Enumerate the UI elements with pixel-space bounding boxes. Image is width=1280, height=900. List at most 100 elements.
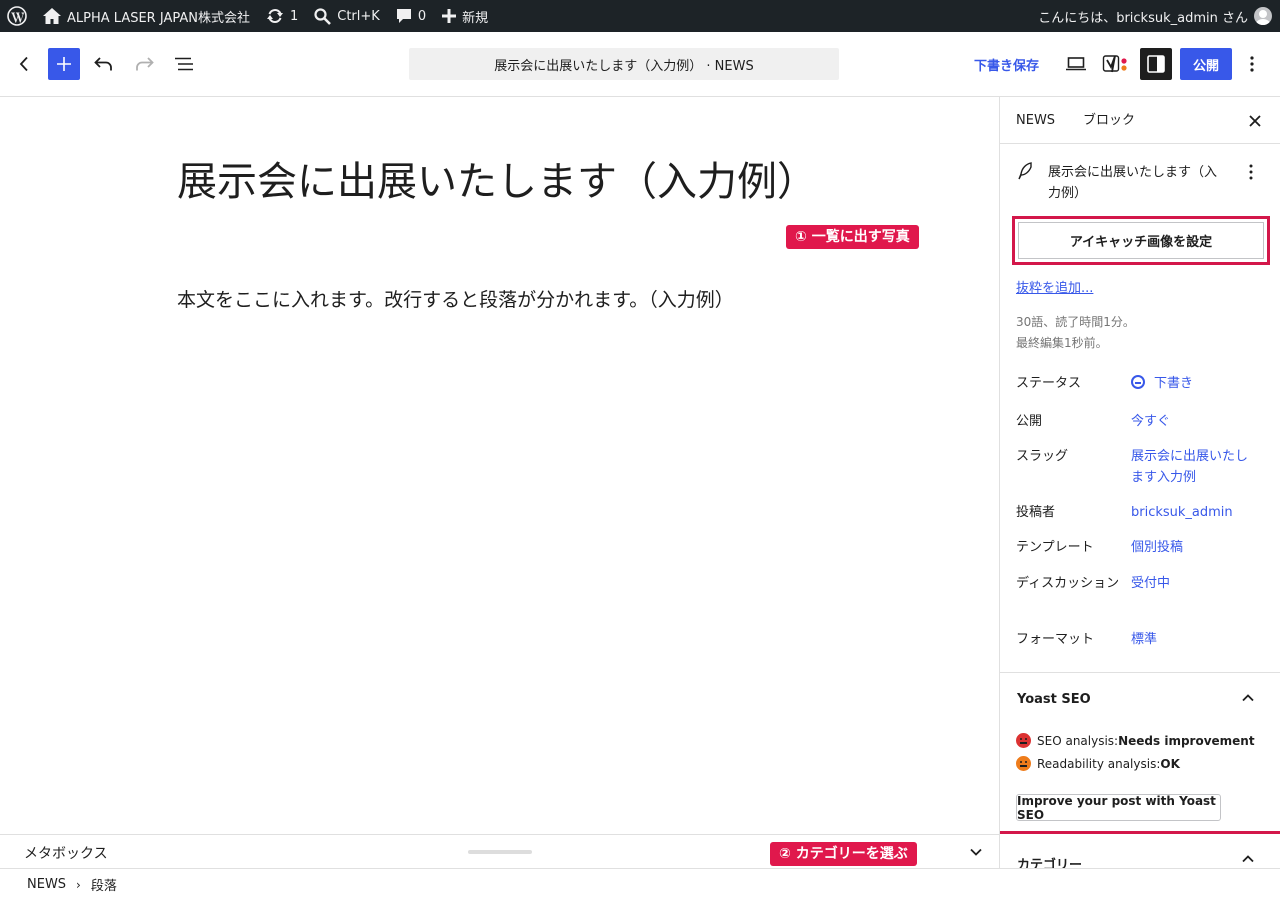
seo-analysis-value: Needs improvement (1118, 733, 1255, 748)
metabox-bar[interactable]: メタボックス ② カテゴリーを選ぶ (0, 834, 999, 868)
site-name-link[interactable]: ALPHA LASER JAPAN株式会社 (35, 0, 258, 32)
post-feather-icon (1018, 162, 1034, 184)
comment-icon (396, 9, 411, 23)
tab-block[interactable]: ブロック (1083, 97, 1135, 144)
post-title-input[interactable]: 展示会に出展いたします（入力例） (177, 159, 817, 205)
word-count: 30語、読了時間1分。 (1016, 315, 1135, 329)
chevron-left-icon (19, 56, 28, 72)
document-title-bar[interactable]: 展示会に出展いたします（入力例） · NEWS (409, 48, 839, 80)
author-value[interactable]: bricksuk_admin (1131, 502, 1256, 523)
neutral-face-icon (1016, 756, 1031, 771)
editor-canvas: 展示会に出展いたします（入力例） ① 一覧に出す写真 本文をここに入れます。改行… (0, 97, 999, 834)
my-account[interactable]: こんにちは、bricksuk_admin さん (1038, 7, 1280, 26)
metabox-resize-handle[interactable] (468, 850, 532, 854)
new-content-label: 新規 (462, 10, 489, 26)
options-button[interactable] (1242, 48, 1262, 80)
search-icon (314, 7, 332, 25)
save-draft-label: 下書き保存 (974, 58, 1040, 74)
status-label: ステータス (1016, 376, 1082, 391)
metabox-toggle-button[interactable] (966, 844, 986, 860)
tab-post[interactable]: NEWS (1016, 97, 1055, 144)
publish-date-label: 公開 (1016, 414, 1043, 429)
readability-value: OK (1160, 756, 1180, 771)
post-stats: 30語、読了時間1分。 最終編集1秒前。 (1016, 312, 1135, 354)
chevron-right-icon: › (76, 877, 81, 892)
seo-analysis-label: SEO analysis: (1037, 733, 1119, 748)
plus-icon (57, 57, 71, 71)
more-vertical-icon (1249, 164, 1253, 180)
undo-icon (94, 57, 112, 71)
seo-analysis-line: SEO analysis: Needs improvement (1016, 733, 1255, 748)
last-edited: 最終編集1秒前。 (1016, 336, 1108, 350)
comments-count: 0 (417, 8, 427, 24)
draft-status-icon (1131, 375, 1145, 389)
improve-post-button[interactable]: Improve your post with Yoast SEO (1016, 794, 1221, 822)
undo-button[interactable] (90, 48, 118, 80)
wordpress-icon (7, 6, 27, 26)
yoast-panel-title[interactable]: Yoast SEO (1017, 692, 1091, 707)
settings-toggle-button[interactable] (1140, 48, 1172, 80)
metabox-label: メタボックス (24, 846, 108, 862)
redo-icon (136, 57, 154, 71)
new-content-link[interactable]: 新規 (434, 0, 496, 32)
category-panel: カテゴリー (1000, 834, 1280, 868)
chevron-down-icon (970, 848, 982, 856)
breadcrumb-item-news[interactable]: NEWS (27, 877, 66, 892)
yoast-icon (1102, 55, 1127, 73)
redo-button[interactable] (130, 48, 158, 80)
updates-count: 1 (289, 8, 299, 24)
add-excerpt-link[interactable]: 抜粋を追加... (1016, 277, 1093, 296)
breadcrumb-item-paragraph[interactable]: 段落 (91, 875, 117, 894)
format-label: フォーマット (1016, 632, 1095, 647)
category-panel-title[interactable]: カテゴリー (1017, 854, 1082, 868)
publish-date-value[interactable]: 今すぐ (1131, 411, 1256, 432)
chevron-up-icon[interactable] (1242, 691, 1254, 706)
yoast-seo-panel: Yoast SEO SEO analysis: Needs improvemen… (1000, 672, 1280, 834)
greeting-label: こんにちは、bricksuk_admin さん (1038, 10, 1248, 26)
comments-link[interactable]: 0 (388, 0, 434, 32)
format-value[interactable]: 標準 (1131, 629, 1256, 650)
slug-label: スラッグ (1016, 449, 1069, 464)
set-featured-image-button[interactable]: アイキャッチ画像を設定 (1018, 222, 1264, 259)
featured-image-highlight: アイキャッチ画像を設定 (1012, 216, 1270, 265)
preview-button[interactable] (1062, 48, 1090, 80)
discussion-value[interactable]: 受付中 (1131, 573, 1256, 594)
document-overview-button[interactable] (170, 48, 198, 80)
avatar (1254, 7, 1272, 25)
post-actions-button[interactable] (1243, 162, 1259, 182)
block-inserter-button[interactable] (48, 48, 80, 80)
close-sidebar-button[interactable] (1244, 110, 1266, 132)
search-shortcut-label: Ctrl+K (337, 8, 380, 24)
chevron-up-icon[interactable] (1242, 852, 1254, 867)
sidebar-icon (1147, 55, 1165, 73)
paragraph-block[interactable]: 本文をここに入れます。改行すると段落が分かれます。（入力例） (177, 287, 817, 313)
save-draft-button[interactable]: 下書き保存 (966, 48, 1047, 80)
home-icon (43, 8, 61, 24)
updates-icon (266, 9, 283, 23)
sad-face-icon (1016, 733, 1031, 748)
readability-line: Readability analysis: OK (1016, 756, 1180, 771)
annotation-featured-image: ① 一覧に出す写真 (786, 225, 919, 249)
template-label: テンプレート (1016, 540, 1094, 555)
document-title: 展示会に出展いたします（入力例） · NEWS (494, 58, 754, 74)
template-value[interactable]: 個別投稿 (1131, 537, 1256, 558)
post-summary-title: 展示会に出展いたします（入力例） (1048, 165, 1218, 201)
status-value: 下書き (1154, 376, 1194, 391)
settings-sidebar: NEWS ブロック 展示会に出展いたします（入力例） アイキャッチ画像を設定 抜… (999, 97, 1280, 868)
site-name-label: ALPHA LASER JAPAN株式会社 (67, 10, 250, 26)
list-view-icon (175, 57, 193, 71)
admin-bar: ALPHA LASER JAPAN株式会社 1 Ctrl+K 0 新規 こんにち… (0, 0, 1280, 32)
annotation-category: ② カテゴリーを選ぶ (770, 842, 917, 866)
publish-button[interactable]: 公開 (1180, 48, 1232, 80)
more-vertical-icon (1250, 56, 1254, 72)
editor-header: 展示会に出展いたします（入力例） · NEWS 下書き保存 公開 (0, 32, 1280, 97)
updates-link[interactable]: 1 (258, 0, 306, 32)
yoast-button[interactable] (1100, 48, 1130, 80)
back-button[interactable] (12, 48, 36, 80)
slug-value[interactable]: 展示会に出展いたします入力例 (1131, 446, 1253, 488)
author-label: 投稿者 (1016, 505, 1056, 520)
status-value-button[interactable]: 下書き (1131, 373, 1256, 394)
wordpress-logo-button[interactable] (0, 0, 35, 32)
command-search-button[interactable]: Ctrl+K (306, 0, 388, 32)
close-icon (1249, 115, 1261, 127)
